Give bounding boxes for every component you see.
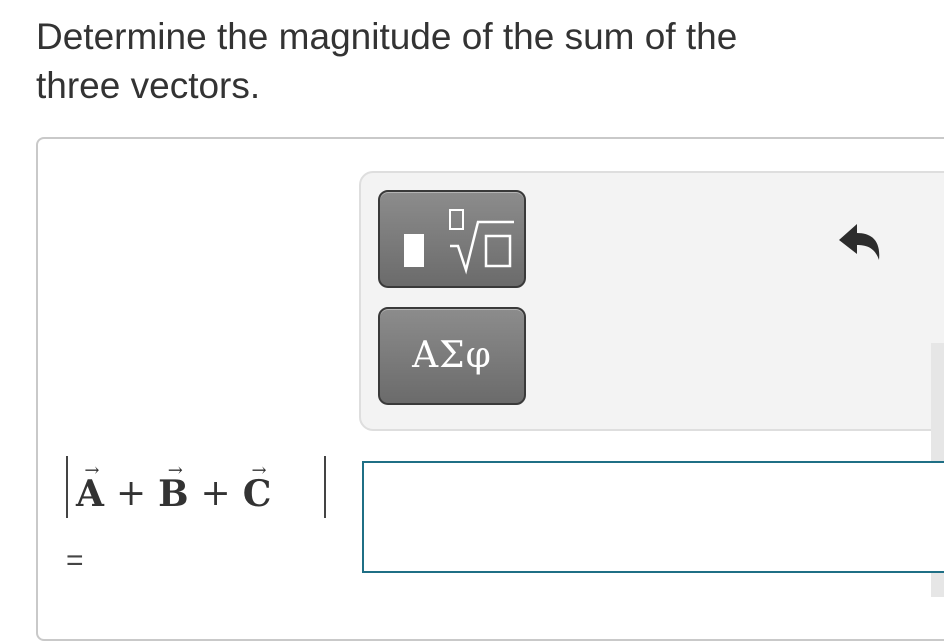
question-text: Determine the magnitude of the sum of th… xyxy=(36,12,916,110)
fraction-root-template-icon xyxy=(404,209,514,275)
vector-sum-formula: → A + → B + → C xyxy=(66,448,336,520)
undo-arrow-icon xyxy=(839,224,880,260)
vector-a: → A xyxy=(76,460,104,515)
equals-sign: = xyxy=(66,544,84,577)
vector-c: → C xyxy=(243,460,272,515)
abs-bar-right xyxy=(324,456,326,518)
undo-button[interactable] xyxy=(835,220,885,264)
templates-button[interactable] xyxy=(378,190,526,288)
answer-input[interactable] xyxy=(362,461,944,573)
vector-arrow: → xyxy=(251,460,267,481)
greek-symbols-button[interactable]: ΑΣφ xyxy=(378,307,526,405)
vector-arrow: → xyxy=(167,460,183,481)
plus-sign: + xyxy=(115,473,147,514)
vector-b: → B xyxy=(158,460,188,515)
question-line-2: three vectors. xyxy=(36,65,261,106)
greek-symbols-label: ΑΣφ xyxy=(412,335,492,376)
question-line-1: Determine the magnitude of the sum of th… xyxy=(36,16,738,57)
vector-arrow: → xyxy=(84,460,100,481)
formula-body: → A + → B + → C xyxy=(76,458,272,515)
plus-sign: + xyxy=(200,473,231,514)
abs-bar-left xyxy=(66,456,68,518)
